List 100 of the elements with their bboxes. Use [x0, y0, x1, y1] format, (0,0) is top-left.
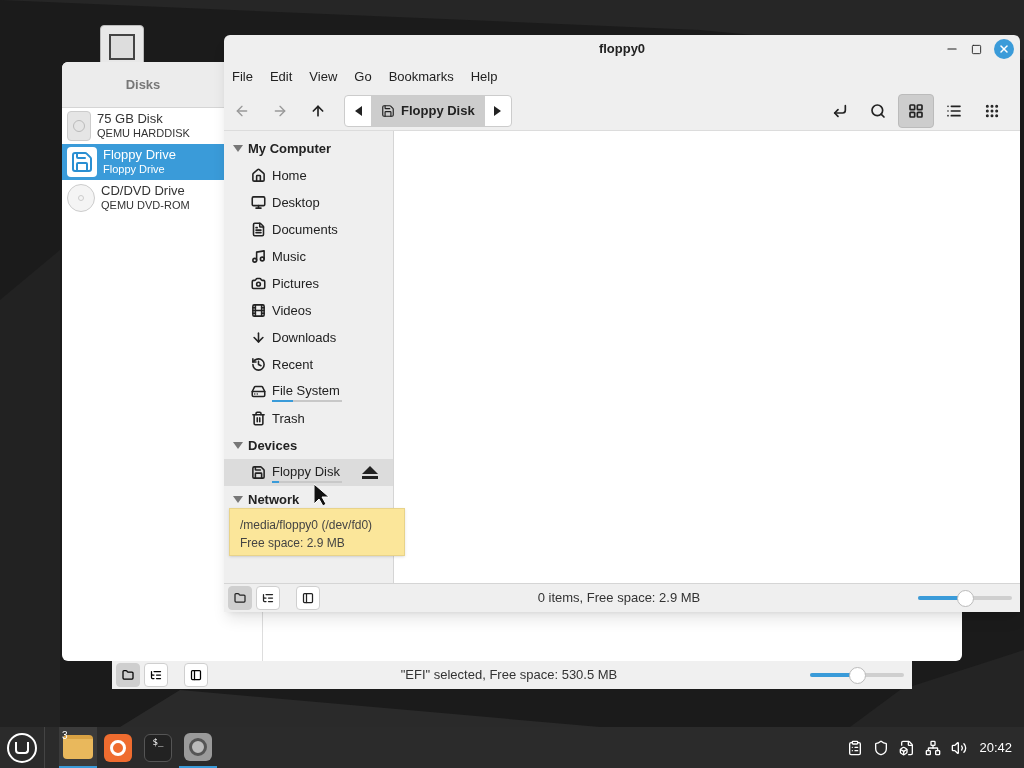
mouse-cursor-icon — [314, 484, 330, 506]
close-button[interactable] — [994, 39, 1014, 59]
slider-thumb[interactable] — [957, 589, 974, 607]
menu-item[interactable]: File — [232, 67, 253, 87]
filesystem-icon — [251, 384, 266, 399]
floppy-icon — [251, 465, 266, 480]
sidebar-label: Documents — [272, 220, 338, 239]
downloads-icon — [251, 330, 266, 345]
shield-icon[interactable] — [873, 739, 890, 756]
status-text: "EFI" selected, Free space: 530.5 MB — [399, 666, 619, 685]
music-icon — [251, 249, 266, 264]
places-icon — [122, 669, 134, 681]
tooltip-line: Free space: 2.9 MB — [240, 535, 346, 552]
sidebar-item[interactable]: Videos — [224, 297, 393, 324]
sidebar-label: Home — [272, 166, 307, 185]
eject-icon[interactable] — [362, 466, 378, 479]
disk-name: Floppy Drive — [103, 147, 176, 164]
menu-item[interactable]: Bookmarks — [388, 67, 454, 87]
tree-icon — [150, 669, 162, 681]
path-segment-button[interactable]: Floppy Disk — [371, 95, 485, 126]
slider-thumb[interactable] — [849, 666, 866, 684]
desktop-icon — [251, 195, 266, 210]
update-icon[interactable] — [899, 739, 916, 756]
disk-model: QEMU DVD-ROM — [101, 199, 190, 213]
sidebar-item[interactable]: Documents — [224, 216, 393, 243]
disk-name: CD/DVD Drive — [101, 183, 186, 200]
sidebar-item[interactable]: File System — [224, 378, 393, 405]
toggle-toggle-button[interactable] — [184, 663, 208, 687]
browser-icon — [104, 733, 132, 762]
expander-icon[interactable] — [233, 442, 243, 449]
tree-toggle-button[interactable] — [256, 586, 280, 610]
sidebar-label: Floppy Disk — [272, 462, 341, 481]
maximize-icon[interactable] — [971, 43, 982, 55]
icons-view-button[interactable] — [898, 93, 934, 128]
window-count-label: 3 — [62, 729, 68, 743]
disk-list-item[interactable]: 75 GB Disk QEMU HARDDISK — [62, 108, 224, 144]
path-label: Floppy Disk — [401, 101, 475, 120]
disk-list-item[interactable]: CD/DVD Drive QEMU DVD-ROM — [62, 180, 224, 216]
sidebar-label: File System — [272, 381, 341, 400]
sidebar-item[interactable]: Home — [224, 162, 393, 189]
volume-icon[interactable] — [951, 739, 968, 756]
expander-icon[interactable] — [233, 145, 243, 152]
sidebar-label: Music — [272, 247, 306, 266]
sidebar-label: Pictures — [272, 274, 319, 293]
sidebar-item[interactable]: Trash — [224, 405, 393, 432]
expander-icon[interactable] — [233, 496, 243, 503]
floppy-icon — [67, 147, 97, 177]
right-triangle-icon — [494, 105, 502, 116]
search-icon[interactable] — [870, 102, 886, 119]
sidebar-label: Downloads — [272, 328, 337, 347]
disk-utility-icon — [184, 732, 212, 761]
sidebar-item[interactable]: Desktop — [224, 189, 393, 216]
taskbar-app[interactable]: $_ — [139, 727, 177, 768]
menu-item[interactable]: Help — [470, 67, 498, 87]
menu-item[interactable]: Edit — [269, 67, 293, 87]
sidebar-heading: My Computer — [248, 139, 332, 158]
taskbar-app[interactable]: 3 — [59, 727, 97, 768]
clipboard-icon[interactable] — [847, 739, 864, 756]
floppy-icon — [381, 103, 395, 118]
sidebar-item[interactable]: Downloads — [224, 324, 393, 351]
clock[interactable]: 20:42 — [979, 737, 1012, 758]
tree-toggle-button[interactable] — [144, 663, 168, 687]
sidebar-item[interactable]: Music — [224, 243, 393, 270]
sidebar-item[interactable]: Floppy Disk — [224, 459, 393, 486]
places-icon — [234, 592, 246, 604]
network-icon[interactable] — [925, 739, 942, 756]
disk-model: QEMU HARDDISK — [97, 127, 190, 141]
sidebar-item[interactable]: Pictures — [224, 270, 393, 297]
trash-icon — [251, 411, 266, 426]
window-title: floppy0 — [598, 40, 646, 59]
menu-item[interactable]: Go — [354, 67, 372, 87]
places-toggle-button[interactable] — [228, 586, 252, 610]
left-triangle-icon — [354, 105, 362, 116]
menu-item[interactable]: View — [309, 67, 338, 87]
sidebar-label: Videos — [272, 301, 312, 320]
pictures-icon — [251, 276, 266, 291]
status-text: 0 items, Free space: 2.9 MB — [536, 589, 702, 608]
sidebar-heading: Network — [248, 490, 300, 509]
toggle-icon — [302, 592, 314, 604]
toggle-icon — [190, 669, 202, 681]
disk-model: Floppy Drive — [103, 163, 166, 177]
places-toggle-button[interactable] — [116, 663, 140, 687]
close-icon — [998, 43, 1010, 55]
sidebar-item[interactable]: Recent — [224, 351, 393, 378]
toggle-toggle-button[interactable] — [296, 586, 320, 610]
window-title: Disks — [125, 75, 161, 94]
sidebar-label: Trash — [272, 409, 305, 428]
sidebar-label: Recent — [272, 355, 314, 374]
videos-icon — [251, 303, 266, 318]
documents-icon — [251, 222, 266, 237]
recent-icon — [251, 357, 266, 372]
disk-name: 75 GB Disk — [97, 111, 164, 128]
tree-icon — [262, 592, 274, 604]
path-toggle-icon[interactable] — [832, 102, 848, 119]
sidebar-heading: Devices — [248, 436, 298, 455]
grid-icon — [908, 102, 924, 119]
dots-grid-icon — [984, 102, 1000, 119]
home-icon — [251, 168, 266, 183]
tooltip-line: /media/floppy0 (/dev/fd0) — [240, 517, 374, 534]
terminal-icon: $_ — [144, 733, 172, 762]
